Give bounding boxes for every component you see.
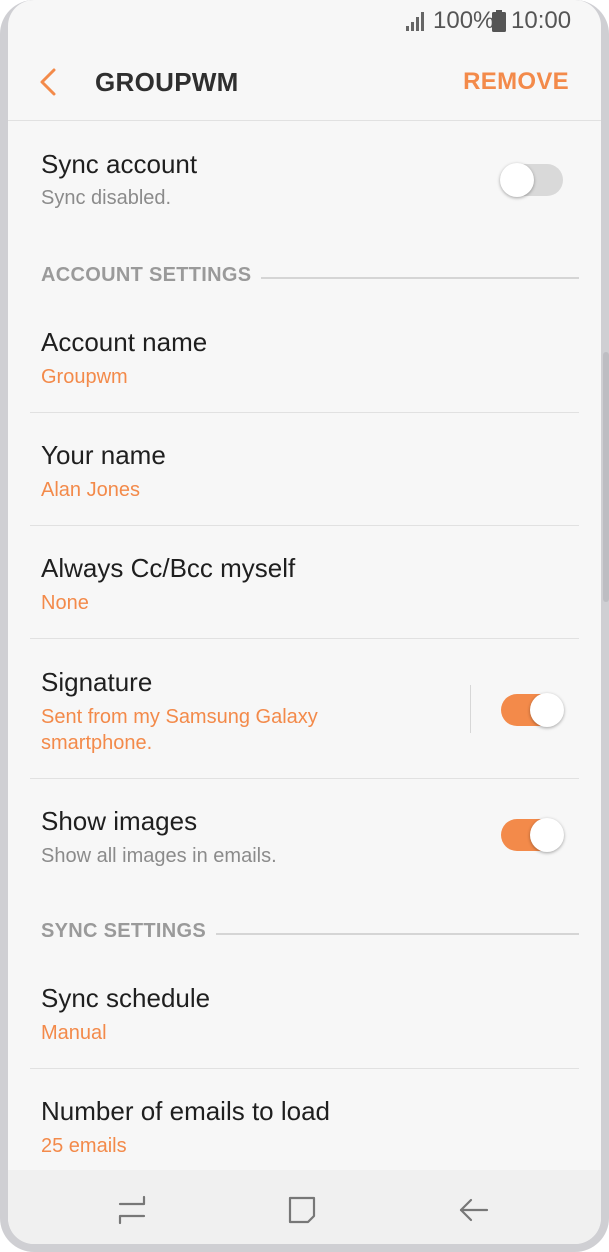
sync-settings-header: SYNC SETTINGS [41,920,579,950]
battery-percent: 100% [433,7,495,34]
emails-to-load-title: Number of emails to load [41,1096,331,1126]
sync-account-title: Sync account [41,149,198,179]
emails-to-load-value: 25 emails [41,1135,127,1157]
remove-button[interactable]: REMOVE [463,68,569,96]
sync-schedule-value: Manual [41,1022,107,1044]
battery-icon [492,10,506,32]
phone-frame: 100% 10:00 GROUPWM REMOVE Sync account S… [0,0,609,1252]
show-images-title: Show images [41,806,198,836]
signature-row[interactable]: Signature Sent from my Samsung Galaxy sm… [30,658,579,778]
signal-icon [406,12,424,31]
sync-settings-label: SYNC SETTINGS [41,920,217,943]
toggle-knob [530,693,564,727]
show-images-subtitle: Show all images in emails. [41,845,277,867]
your-name-value: Alan Jones [41,479,140,501]
sync-account-subtitle: Sync disabled. [41,187,172,209]
screen: 100% 10:00 GROUPWM REMOVE Sync account S… [8,0,601,1244]
page-title: GROUPWM [95,67,239,97]
divider [30,412,579,413]
divider [30,525,579,526]
emails-to-load-row[interactable]: Number of emails to load 25 emails [30,1087,579,1181]
show-images-row[interactable]: Show images Show all images in emails. [30,797,579,891]
cc-bcc-value: None [41,592,89,614]
cc-bcc-title: Always Cc/Bcc myself [41,553,296,583]
account-settings-header: ACCOUNT SETTINGS [41,264,579,294]
sync-schedule-row[interactable]: Sync schedule Manual [30,974,579,1068]
divider [30,638,579,639]
signature-title: Signature [41,667,153,697]
home-icon[interactable] [286,1194,318,1226]
navigation-bar [8,1170,601,1244]
cc-bcc-row[interactable]: Always Cc/Bcc myself None [30,544,579,638]
back-icon[interactable] [458,1194,490,1226]
divider [30,1068,579,1069]
side-button [603,352,609,602]
divider [30,778,579,779]
toggle-knob [500,163,534,197]
clock: 10:00 [511,7,572,34]
signature-toggle[interactable] [501,693,564,727]
sync-account-toggle[interactable] [500,163,563,197]
back-arrow-icon[interactable] [34,67,64,97]
status-bar: 100% 10:00 [8,0,601,44]
recent-apps-icon[interactable] [116,1194,148,1226]
toggle-knob [530,818,564,852]
account-name-title: Account name [41,327,208,357]
show-images-toggle[interactable] [501,818,564,852]
signature-value-line2: smartphone. [41,732,153,754]
account-settings-label: ACCOUNT SETTINGS [41,264,262,287]
app-bar: GROUPWM REMOVE [8,50,601,121]
your-name-row[interactable]: Your name Alan Jones [30,431,579,525]
account-name-row[interactable]: Account name Groupwm [30,318,579,412]
toggle-separator [470,685,471,733]
your-name-title: Your name [41,440,166,470]
sync-schedule-title: Sync schedule [41,983,211,1013]
sync-account-row[interactable]: Sync account Sync disabled. [30,140,579,220]
account-name-value: Groupwm [41,366,128,388]
signature-value-line1: Sent from my Samsung Galaxy [41,706,318,728]
